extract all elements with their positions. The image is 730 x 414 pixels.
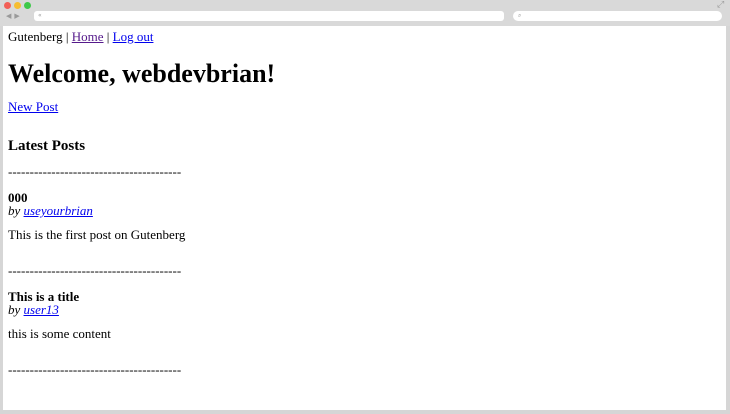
address-text: «	[38, 12, 42, 19]
back-arrow-icon[interactable]: ◀	[6, 11, 11, 21]
page-content: Gutenberg | Home | Log out Welcome, webd…	[8, 29, 708, 377]
browser-chrome: ⤢ ◀ ▶ « ⌕	[0, 0, 730, 26]
post-divider: ----------------------------------------	[8, 362, 182, 377]
page-title: Welcome, webdevbrian!	[8, 59, 276, 88]
post-title: 000	[8, 190, 28, 205]
fullscreen-icon[interactable]: ⤢	[717, 1, 726, 10]
forward-arrow-icon[interactable]: ▶	[14, 11, 19, 21]
browser-window: ⤢ ◀ ▶ « ⌕ Gutenberg | Home | Log out Wel…	[0, 0, 730, 414]
author-link[interactable]: user13	[24, 302, 59, 317]
byline-prefix: by	[8, 302, 24, 317]
author-link[interactable]: useyourbrian	[24, 203, 93, 218]
post-byline: by user13	[8, 303, 708, 316]
history-nav: ◀ ▶	[6, 11, 28, 21]
post-byline: by useyourbrian	[8, 204, 708, 217]
nav-separator: |	[62, 29, 72, 44]
top-nav: Gutenberg | Home | Log out	[8, 29, 708, 45]
byline-prefix: by	[8, 203, 24, 218]
post-divider: ----------------------------------------	[8, 263, 182, 278]
post-body: this is some content	[8, 326, 111, 341]
address-bar[interactable]: «	[34, 11, 504, 21]
browser-search-field[interactable]: ⌕	[513, 11, 722, 21]
logout-link[interactable]: Log out	[113, 29, 154, 44]
new-post-link[interactable]: New Post	[8, 99, 708, 115]
home-link[interactable]: Home	[72, 29, 104, 44]
search-icon: ⌕	[518, 12, 522, 19]
nav-separator: |	[103, 29, 113, 44]
post-title: This is a title	[8, 289, 80, 304]
latest-posts-heading: Latest Posts	[8, 138, 86, 154]
site-name: Gutenberg	[8, 29, 63, 44]
page-viewport: Gutenberg | Home | Log out Welcome, webd…	[3, 26, 726, 410]
zoom-window-dot[interactable]	[24, 2, 31, 9]
close-window-dot[interactable]	[4, 2, 11, 9]
post-divider: ----------------------------------------	[8, 164, 182, 179]
post-item: This is a title by user13 this is some c…	[8, 290, 708, 341]
minimize-window-dot[interactable]	[14, 2, 21, 9]
post-item: 000 by useyourbrian This is the first po…	[8, 191, 708, 242]
post-body: This is the first post on Gutenberg	[8, 227, 186, 242]
